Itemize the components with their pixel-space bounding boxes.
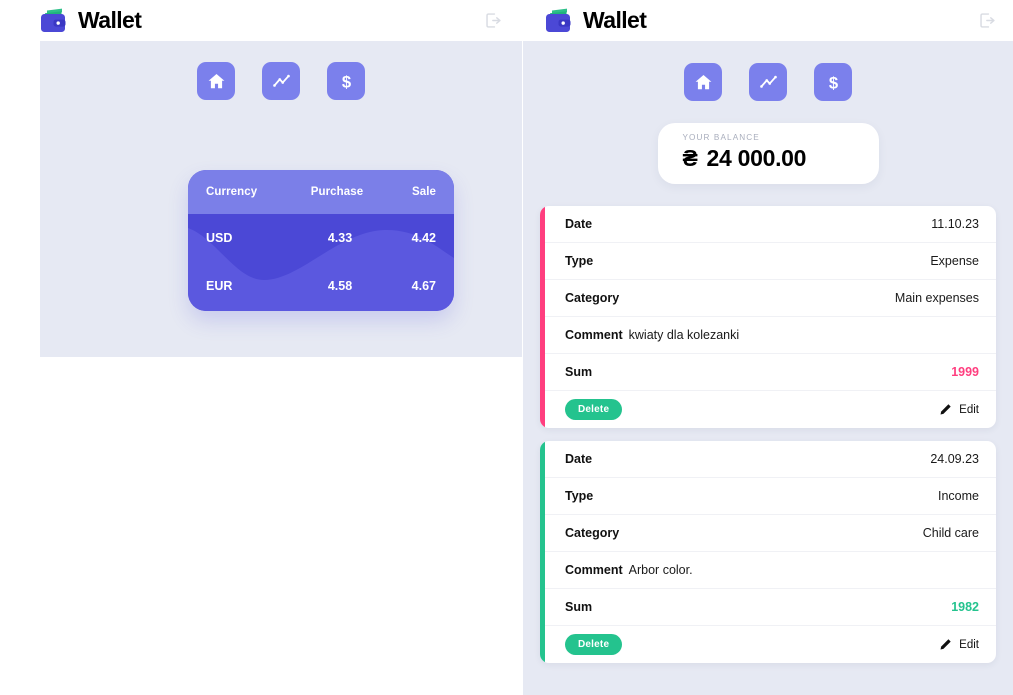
header-left: Wallet — [0, 0, 523, 41]
transaction-list: Date 11.10.23 Type Expense Category Main… — [540, 206, 996, 663]
rate-sale: 4.42 — [411, 231, 436, 245]
nav-bar-left: $ — [40, 41, 522, 100]
transaction-row-date: Date 24.09.23 — [545, 441, 996, 478]
transaction-date: 11.10.23 — [931, 217, 979, 231]
transaction-row-comment: Comment Arbor color. — [545, 552, 996, 589]
wallet-icon — [41, 8, 66, 32]
header-right: Wallet — [523, 0, 1013, 41]
nav-item-currency[interactable]: $ — [327, 62, 365, 100]
nav-item-home[interactable] — [684, 63, 722, 101]
dual-screen-layout: Wallet $ Currency Purchase Sale USD 4.33… — [0, 0, 1013, 695]
transaction-accent-bar — [540, 206, 545, 428]
brand-name: Wallet — [583, 7, 647, 33]
transaction-card: Date 11.10.23 Type Expense Category Main… — [540, 206, 996, 428]
row-label: Type — [565, 254, 594, 268]
transaction-row-actions: Delete Edit — [545, 626, 996, 663]
home-icon — [208, 73, 224, 88]
transaction-category: Child care — [922, 526, 979, 540]
transaction-comment: Arbor color. — [628, 563, 693, 577]
rate-currency: EUR — [206, 279, 233, 293]
edit-button[interactable]: Edit — [939, 403, 979, 416]
transaction-comment: kwiaty dla kolezanki — [628, 328, 740, 342]
logout-icon[interactable] — [484, 11, 503, 30]
currency-icon: $ — [828, 73, 837, 92]
rate-sale: 4.67 — [411, 279, 436, 293]
brand-left[interactable]: Wallet — [40, 7, 142, 34]
transaction-row-category: Category Main expenses — [545, 280, 996, 317]
transaction-type: Expense — [930, 254, 979, 268]
table-row: USD 4.33 4.42 — [188, 214, 454, 262]
svg-text:$: $ — [341, 72, 350, 91]
currency-table-body: USD 4.33 4.42 EUR 4.58 4.67 — [188, 214, 454, 310]
currency-icon: $ — [341, 72, 350, 91]
transaction-row-sum: Sum 1999 — [545, 354, 996, 391]
rate-currency: USD — [206, 231, 233, 245]
transaction-sum: 1999 — [951, 365, 979, 379]
transactions-screen-body: $ YOUR BALANCE ₴ 24 000.00 Date 11.10.23 — [523, 41, 1013, 695]
balance-amount: ₴ 24 000.00 — [683, 145, 879, 172]
transaction-row-actions: Delete Edit — [545, 391, 996, 428]
edit-label: Edit — [959, 403, 979, 416]
brand-right[interactable]: Wallet — [545, 7, 647, 34]
balance-label: YOUR BALANCE — [682, 133, 760, 142]
row-label: Date — [565, 217, 593, 231]
transaction-row-type: Type Income — [545, 478, 996, 515]
nav-item-statistics[interactable] — [749, 63, 787, 101]
home-icon — [695, 74, 711, 89]
edit-button[interactable]: Edit — [939, 638, 979, 651]
column-header-sale: Sale — [411, 186, 436, 198]
transaction-row-comment: Comment kwiaty dla kolezanki — [545, 317, 996, 354]
balance-number: 24 000.00 — [706, 145, 807, 171]
svg-text:$: $ — [828, 73, 837, 92]
currency-symbol: ₴ — [682, 145, 698, 171]
balance-card: YOUR BALANCE ₴ 24 000.00 — [657, 123, 879, 184]
table-row: EUR 4.58 4.67 — [188, 262, 454, 310]
brand-name: Wallet — [78, 7, 142, 33]
transaction-accent-bar — [540, 441, 545, 663]
column-header-currency: Currency — [206, 186, 258, 198]
edit-label: Edit — [959, 638, 979, 651]
pencil-icon — [940, 639, 951, 650]
rate-purchase: 4.58 — [327, 279, 353, 293]
wallet-icon — [546, 8, 571, 32]
nav-item-home[interactable] — [197, 62, 235, 100]
pencil-icon — [940, 404, 951, 415]
row-label: Category — [565, 526, 620, 540]
transaction-category: Main expenses — [894, 291, 979, 305]
transaction-row-type: Type Expense — [545, 243, 996, 280]
transaction-row-category: Category Child care — [545, 515, 996, 552]
delete-button[interactable]: Delete — [565, 399, 623, 420]
transaction-card: Date 24.09.23 Type Income Category Child… — [540, 441, 996, 663]
transaction-row-sum: Sum 1982 — [545, 589, 996, 626]
statistics-icon — [759, 75, 777, 88]
currency-screen: Wallet $ Currency Purchase Sale USD 4.33… — [0, 0, 523, 695]
row-label: Category — [565, 291, 620, 305]
transactions-screen: Wallet $ YOUR BALANCE ₴ 24 000.00 Date 1… — [523, 0, 1013, 695]
delete-button[interactable]: Delete — [565, 634, 623, 655]
currency-screen-body: $ Currency Purchase Sale USD 4.33 4.42 E… — [40, 41, 522, 357]
transaction-row-date: Date 11.10.23 — [545, 206, 996, 243]
column-header-purchase: Purchase — [310, 186, 364, 198]
transaction-sum: 1982 — [951, 600, 979, 614]
logout-icon[interactable] — [978, 11, 997, 30]
nav-item-statistics[interactable] — [262, 62, 300, 100]
nav-bar-right: $ — [523, 41, 1013, 101]
currency-rates-card: Currency Purchase Sale USD 4.33 4.42 EUR — [188, 170, 454, 311]
row-label: Date — [565, 452, 593, 466]
transaction-date: 24.09.23 — [930, 452, 979, 466]
rate-purchase: 4.33 — [327, 231, 353, 245]
row-label: Comment — [565, 328, 623, 342]
transaction-type: Income — [938, 489, 979, 503]
nav-item-currency[interactable]: $ — [814, 63, 852, 101]
row-label: Comment — [565, 563, 623, 577]
currency-table-header: Currency Purchase Sale — [188, 170, 454, 214]
statistics-icon — [272, 74, 290, 87]
row-label: Sum — [565, 365, 593, 379]
row-label: Type — [565, 489, 594, 503]
row-label: Sum — [565, 600, 593, 614]
